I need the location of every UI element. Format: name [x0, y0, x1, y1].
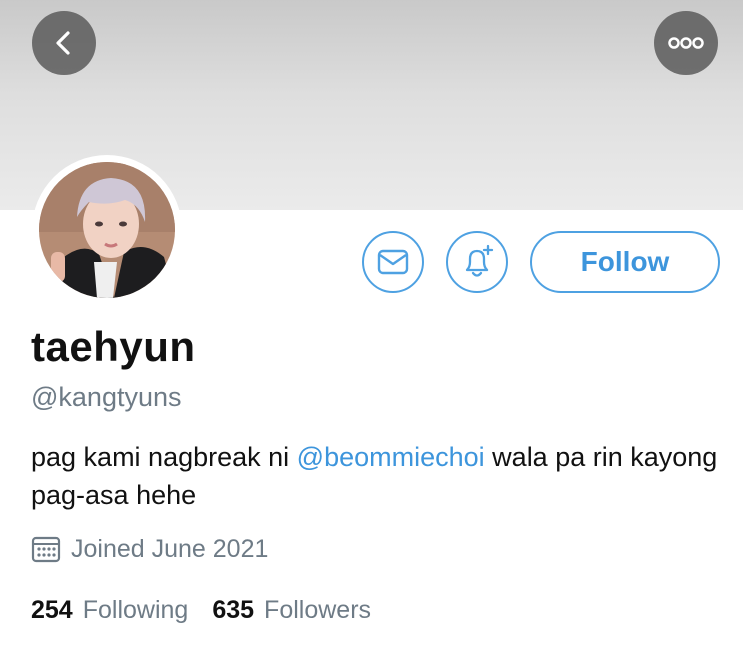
joined-text: Joined June 2021	[71, 535, 269, 563]
follow-button[interactable]: Follow	[530, 231, 720, 293]
display-name: taehyun	[31, 323, 196, 370]
followers-label[interactable]: Followers	[264, 594, 371, 626]
following-label[interactable]: Following	[83, 594, 189, 626]
avatar-photo	[39, 162, 175, 298]
following-count[interactable]: 254	[31, 594, 73, 626]
more-options-icon	[668, 37, 704, 49]
bio-mention-link[interactable]: @beommiechoi	[297, 442, 485, 472]
username-handle: @kangtyuns	[31, 382, 182, 412]
chevron-left-icon	[56, 31, 70, 55]
avatar[interactable]	[39, 162, 175, 298]
back-button[interactable]	[32, 11, 96, 75]
envelope-icon	[377, 249, 409, 275]
message-button[interactable]	[362, 231, 424, 293]
bio-text: pag kami nagbreak ni	[31, 442, 297, 472]
more-options-button[interactable]	[654, 11, 718, 75]
bell-plus-icon	[465, 244, 494, 277]
profile-bio: pag kami nagbreak ni @beommiechoi wala p…	[31, 438, 721, 514]
followers-count[interactable]: 635	[212, 594, 254, 626]
notifications-button[interactable]	[446, 231, 508, 293]
follow-stats: 254 Following 635 Followers	[31, 594, 395, 626]
joined-date: Joined June 2021	[31, 533, 268, 565]
calendar-icon	[31, 536, 61, 563]
